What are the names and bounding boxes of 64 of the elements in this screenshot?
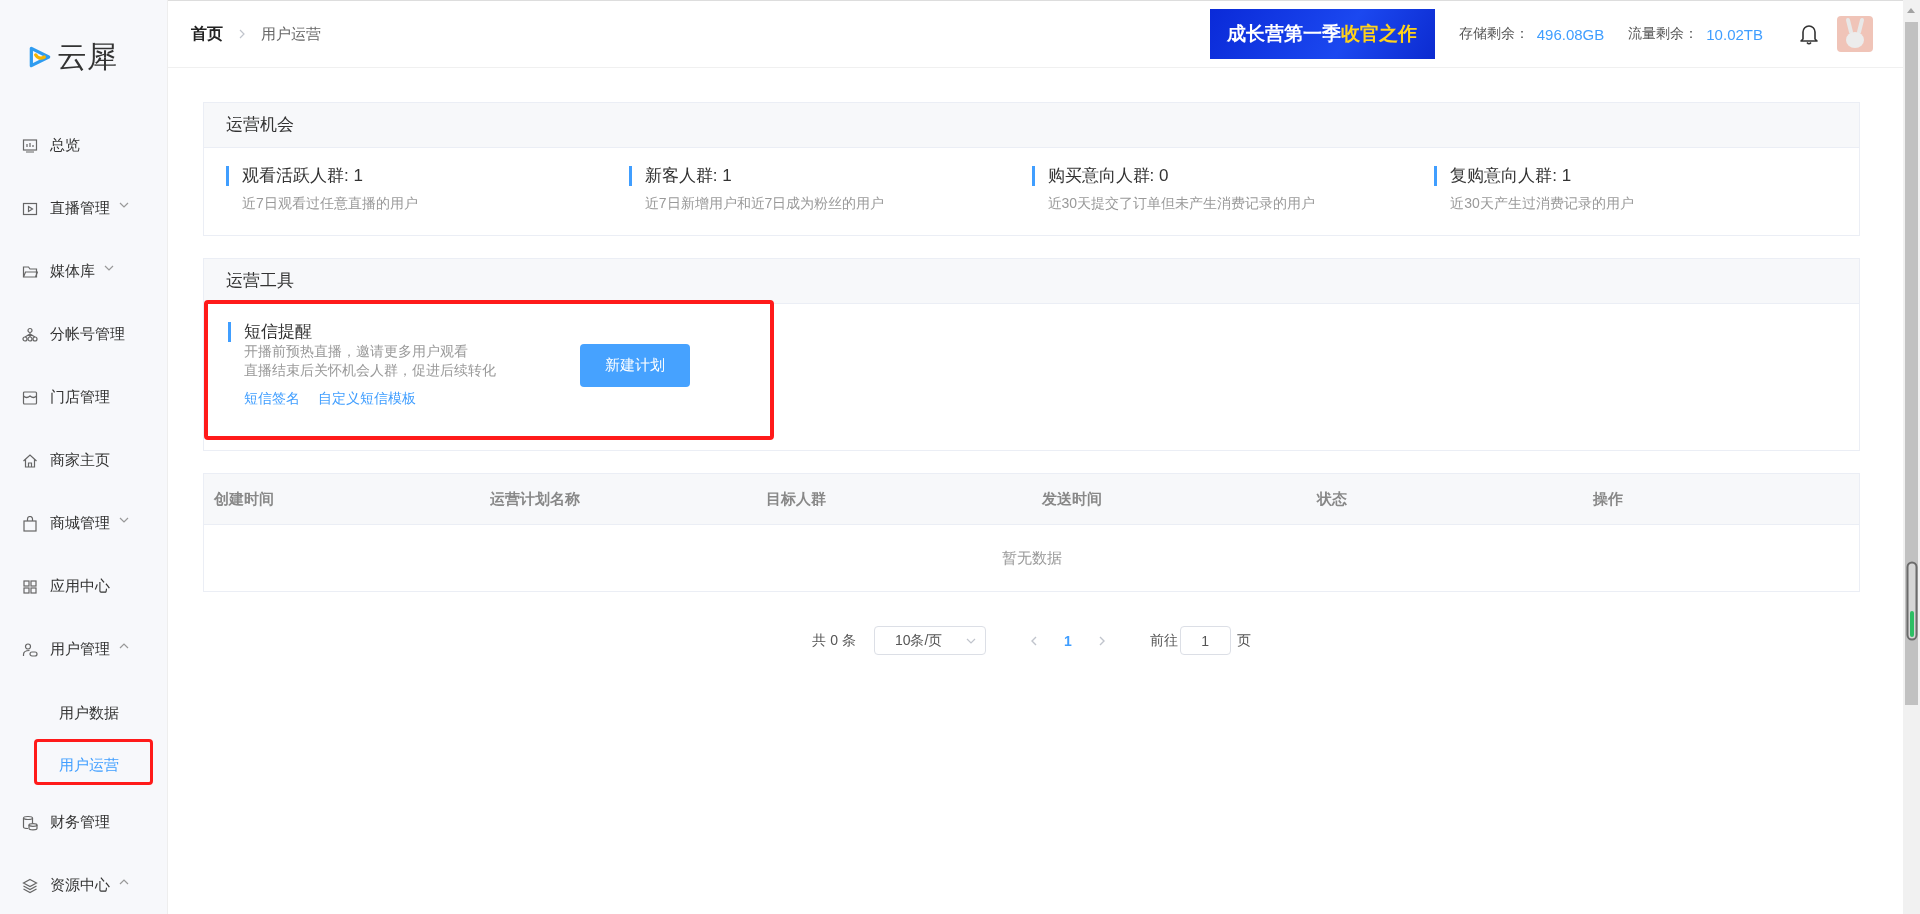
traffic-value: 10.02TB [1706,25,1763,43]
menu-item[interactable]: 应用中心 [0,555,150,618]
handle-icon[interactable] [1906,561,1918,641]
goto-page-field[interactable]: 1 [1179,626,1231,655]
promo-banner[interactable]: 成长营第一季收官之作 [1209,9,1435,59]
column-header: 发送时间 [1040,489,1103,509]
segment-description: 近30天产生过消费记录的用户 [1449,195,1635,213]
avatar-icon[interactable] [1837,16,1873,52]
card-title: 运营机会 [204,103,1859,148]
network-icon [22,326,38,343]
play-icon [22,200,38,217]
coins-icon [22,814,38,831]
menu-item[interactable]: 分帐号管理 [0,303,165,366]
menu-item[interactable]: 总览 [0,114,120,177]
tool-description: 直播结束后关怀机会人群，促进后续转化 [243,361,496,380]
bag-icon [22,515,38,532]
tool-description: 开播前预热直播，邀请更多用户观看 [243,342,469,361]
column-header: 操作 [1592,489,1625,509]
scrollbar-thumb[interactable] [1905,22,1918,705]
storage-label: 存储剩余： [1458,25,1529,43]
menu-item[interactable]: 财务管理 [0,791,150,854]
total-count: 共 0 条 [812,631,856,650]
storage-value: 496.08GB [1536,25,1605,43]
breadcrumb-item[interactable]: 首页 [191,23,223,45]
column-header: 运营计划名称 [488,489,581,509]
chart-icon [22,137,38,154]
menu-item[interactable]: 用户管理 [0,618,150,681]
store-icon [22,389,38,406]
segment-title: 新客人群: 1 [628,166,1032,186]
column-header: 创建时间 [213,489,275,509]
logo-icon [27,44,53,70]
segment-description: 近7日新增用户和近7日成为粉丝的用户 [643,195,886,213]
menu-item[interactable]: 商城管理 [0,492,150,555]
column-header: 状态 [1315,489,1349,509]
page-suffix: 页 [1236,631,1251,650]
tool-title: 短信提醒 [228,322,496,342]
segment-description: 近7日观看过任意直播的用户 [241,195,419,213]
logo-text: 云犀 [57,38,117,75]
column-header: 目标人群 [764,489,827,509]
chevron-right-icon [237,28,247,40]
bell-icon[interactable] [1799,23,1819,45]
segment-title: 购买意向人群: 0 [1031,166,1435,186]
home-icon [22,452,38,469]
segment-title: 观看活跃人群: 1 [226,166,629,186]
menu-item[interactable]: 媒体库 [0,240,135,303]
folder-icon [22,263,38,280]
segment-title: 复购意向人群: 1 [1434,166,1837,186]
empty-message: 暂无数据 [1000,548,1063,568]
page-size-select[interactable]: 10条/页 [873,626,986,655]
scroll-up-icon[interactable] [1906,6,1916,14]
goto-label: 前往 [1149,631,1178,650]
scrollbar[interactable] [1903,0,1920,914]
menu-item[interactable]: 门店管理 [0,366,150,429]
menu-item[interactable]: 商家主页 [0,429,150,492]
card-title: 运营工具 [204,259,1859,304]
segment-description: 近30天提交了订单但未产生消费记录的用户 [1046,195,1317,213]
submenu-item[interactable]: 用户数据 [34,687,153,733]
user-icon [22,641,38,658]
menu-item[interactable]: 资源中心 [0,854,150,914]
grid-icon [22,578,38,595]
menu-item[interactable]: 直播管理 [0,177,150,240]
traffic-label: 流量剩余： [1628,25,1699,43]
breadcrumb-item: 用户运营 [261,24,321,44]
layers-icon [22,877,38,894]
